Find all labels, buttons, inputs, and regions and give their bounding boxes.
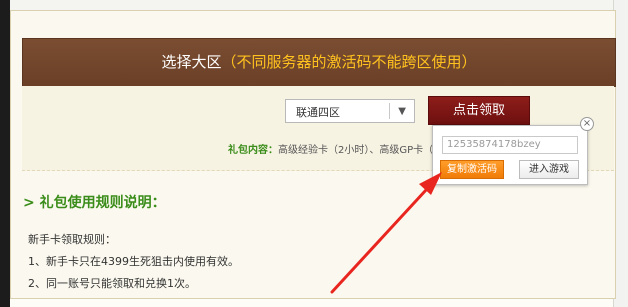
red-arrow-icon xyxy=(330,172,442,294)
